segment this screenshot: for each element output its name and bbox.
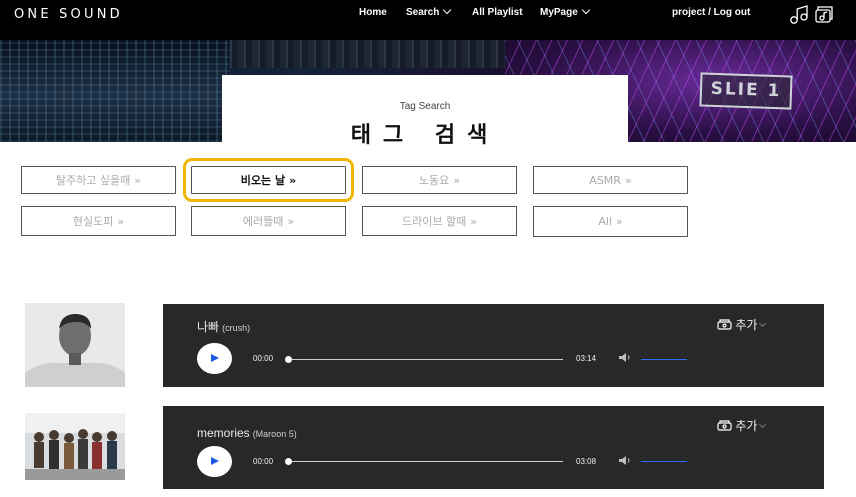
double-chevron-icon: » xyxy=(470,215,477,228)
audio-player: 나빠 (crush) 추가 00:00 03:14 xyxy=(163,304,824,387)
chevron-down-icon xyxy=(759,420,767,429)
tag-label: 비오는 날 xyxy=(240,174,286,187)
volume-slider[interactable] xyxy=(641,461,687,462)
tag-button[interactable]: ASMR» xyxy=(533,166,688,194)
tag-label: 탈주하고 싶을때 xyxy=(55,174,131,187)
add-to-playlist-button[interactable]: 추가 xyxy=(717,417,767,434)
banner-image-left xyxy=(0,40,230,142)
song-artist: (Maroon 5) xyxy=(252,429,297,439)
nav-search[interactable]: Search xyxy=(406,5,452,18)
play-icon xyxy=(211,354,219,362)
song-artist: (crush) xyxy=(222,323,251,333)
tag-label: 드라이브 할때 xyxy=(402,215,467,228)
current-time: 00:00 xyxy=(253,354,274,363)
tag-button[interactable]: 현실도피» xyxy=(21,206,176,236)
seek-bar[interactable] xyxy=(285,458,563,465)
add-to-playlist-button[interactable]: 추가 xyxy=(717,316,767,333)
seek-bar[interactable] xyxy=(285,356,563,363)
album-art-thumbnail xyxy=(25,413,125,480)
audio-player: memories (Maroon 5) 추가 00:00 03:08 xyxy=(163,406,824,489)
tag-button[interactable]: 탈주하고 싶을때» xyxy=(21,166,176,194)
seek-handle[interactable] xyxy=(285,356,292,363)
double-chevron-icon: » xyxy=(134,174,142,187)
tag-label: 에러뜰때 xyxy=(242,215,284,228)
chevron-down-icon xyxy=(443,5,452,15)
nav-all-playlist[interactable]: All Playlist xyxy=(472,7,523,18)
music-folder-icon xyxy=(717,319,732,330)
chevron-down-icon xyxy=(581,5,591,15)
double-chevron-icon: » xyxy=(289,174,297,187)
tag-button-selected[interactable]: 비오는 날» xyxy=(183,158,354,202)
site-logo[interactable]: ONE SOUND xyxy=(14,7,123,22)
song-title: 나빠 (crush) xyxy=(197,318,250,335)
play-button[interactable] xyxy=(197,446,232,477)
song-name: memories xyxy=(197,426,250,440)
music-notes-icon[interactable] xyxy=(788,4,836,26)
play-button[interactable] xyxy=(197,343,232,374)
tag-button[interactable]: 에러뜰때» xyxy=(191,206,346,236)
tag-label: All xyxy=(598,215,612,228)
current-time: 00:00 xyxy=(253,457,274,466)
music-folder-icon xyxy=(717,420,732,431)
nav-account[interactable]: project / Log out xyxy=(672,7,750,18)
tag-button[interactable]: All» xyxy=(533,206,688,237)
tag-button[interactable]: 드라이브 할때» xyxy=(362,206,517,236)
page-title-card: Tag Search 태그 검색 xyxy=(222,75,628,148)
double-chevron-icon: » xyxy=(287,215,295,228)
nav-mypage[interactable]: MyPage xyxy=(540,5,591,18)
volume-icon[interactable] xyxy=(618,352,632,363)
play-icon xyxy=(211,457,219,465)
song-title: memories (Maroon 5) xyxy=(197,426,297,440)
chevron-down-icon xyxy=(759,319,767,328)
duration: 03:14 xyxy=(576,354,597,363)
tag-label: 노동요 xyxy=(418,174,450,187)
nav-search-label: Search xyxy=(406,7,440,18)
tag-button[interactable]: 노동요» xyxy=(362,166,517,194)
double-chevron-icon: » xyxy=(453,174,461,187)
top-navigation: ONE SOUND Home Search All Playlist MyPag… xyxy=(0,0,856,40)
tag-label: 현실도피 xyxy=(72,215,114,228)
page-subtitle: Tag Search xyxy=(399,101,451,112)
nav-home[interactable]: Home xyxy=(359,7,387,18)
add-label: 추가 xyxy=(735,318,758,332)
nav-mypage-label: MyPage xyxy=(540,7,578,18)
volume-slider[interactable] xyxy=(641,359,687,360)
duration: 03:08 xyxy=(576,457,597,466)
banner-sign: SLIE 1 xyxy=(699,72,793,110)
tag-label: ASMR xyxy=(589,174,621,187)
add-label: 추가 xyxy=(735,419,758,433)
double-chevron-icon: » xyxy=(615,215,623,228)
double-chevron-icon: » xyxy=(624,174,632,187)
volume-icon[interactable] xyxy=(618,455,632,466)
seek-handle[interactable] xyxy=(285,458,292,465)
album-art-thumbnail xyxy=(25,303,125,387)
song-name: 나빠 xyxy=(197,320,220,334)
page-title: 태그 검색 xyxy=(350,123,500,148)
double-chevron-icon: » xyxy=(117,215,125,228)
